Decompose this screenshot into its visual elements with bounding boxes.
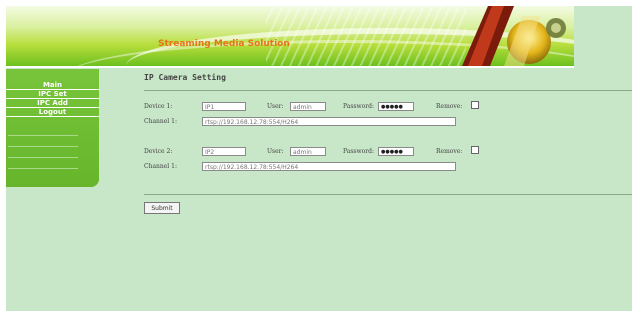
- device-1-channel-input[interactable]: rtsp://192.168.12.78:554/H264: [202, 117, 456, 126]
- nav-list: Main IPC Set IPC Add Logout: [6, 81, 99, 117]
- device-1-name-input[interactable]: IP1: [202, 102, 246, 111]
- device-2-remove-label: Remove:: [436, 148, 463, 155]
- page-title: IP Camera Setting: [144, 73, 226, 82]
- device-1-channel-label: Channel 1:: [144, 118, 177, 125]
- nav-separator: [8, 147, 78, 158]
- device-2-password-input[interactable]: ●●●●●: [378, 147, 414, 156]
- device-2-channel-input[interactable]: rtsp://192.168.12.78:554/H264: [202, 162, 456, 171]
- device-1-label: Device 1:: [144, 103, 173, 110]
- nav-separator: [8, 158, 78, 169]
- device-2-password-label: Password:: [343, 148, 374, 155]
- device-2-user-input[interactable]: admin: [290, 147, 326, 156]
- device-2-remove-checkbox[interactable]: [471, 146, 479, 154]
- device-2-label: Device 2:: [144, 148, 173, 155]
- page-frame: Streaming Media Solution Main IPC Set IP…: [6, 6, 632, 311]
- sidebar-item-logout[interactable]: Logout: [6, 108, 99, 117]
- sidebar-item-ipc-set[interactable]: IPC Set: [6, 90, 99, 99]
- device-1-password-label: Password:: [343, 103, 374, 110]
- banner-art-icon: [462, 6, 566, 66]
- sidebar: Main IPC Set IPC Add Logout: [6, 69, 99, 187]
- device-1-password-input[interactable]: ●●●●●: [378, 102, 414, 111]
- device-1-remove-checkbox[interactable]: [471, 101, 479, 109]
- nav-separator: [8, 136, 78, 147]
- submit-button[interactable]: Submit: [144, 202, 180, 214]
- nav-empty-rows: [6, 125, 78, 169]
- device-2-channel-label: Channel 1:: [144, 163, 177, 170]
- device-1-remove-label: Remove:: [436, 103, 463, 110]
- device-2-name-input[interactable]: IP2: [202, 147, 246, 156]
- banner: Streaming Media Solution: [6, 6, 574, 66]
- sidebar-item-ipc-add[interactable]: IPC Add: [6, 99, 99, 108]
- title-divider: [144, 90, 632, 91]
- nav-separator: [8, 125, 78, 136]
- banner-divider: [6, 66, 574, 68]
- banner-title: Streaming Media Solution: [158, 39, 290, 49]
- device-1-user-input[interactable]: admin: [290, 102, 326, 111]
- form-divider: [144, 194, 632, 195]
- sidebar-item-main[interactable]: Main: [6, 81, 99, 90]
- device-2-user-label: User:: [267, 148, 284, 155]
- device-1-user-label: User:: [267, 103, 284, 110]
